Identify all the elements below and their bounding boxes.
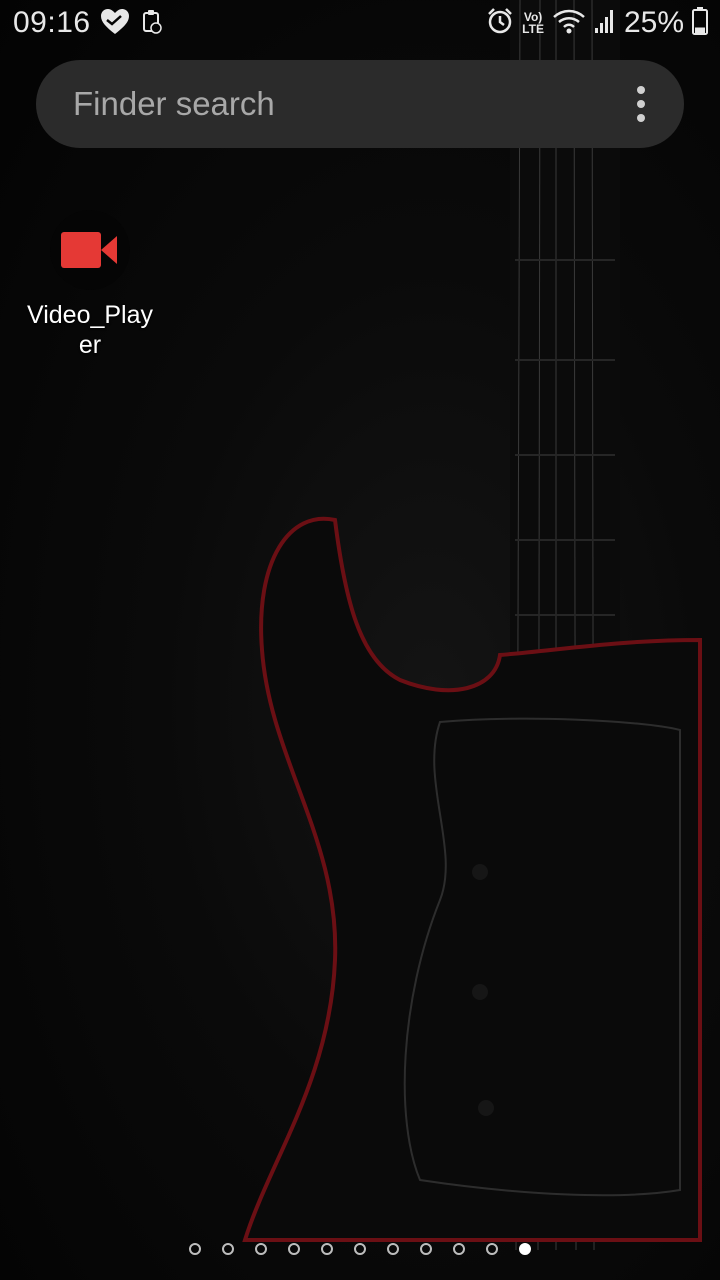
- battery-percent: 25%: [623, 6, 684, 39]
- wifi-icon: [552, 7, 586, 40]
- page-dot[interactable]: [189, 1243, 201, 1255]
- page-dot[interactable]: [453, 1243, 465, 1255]
- video-camera-icon: [61, 232, 117, 268]
- app-video-player[interactable]: Video_Player: [20, 210, 160, 360]
- status-bar: 09:16 Vo) LTE 25%: [0, 0, 720, 50]
- lte-label: LTE: [522, 22, 544, 36]
- volte-lte-icon: Vo) LTE: [522, 11, 544, 35]
- heart-icon: [100, 8, 130, 41]
- page-indicator[interactable]: [0, 1243, 720, 1259]
- search-placeholder[interactable]: Finder search: [73, 85, 275, 123]
- more-vertical-icon[interactable]: [626, 86, 656, 122]
- app-label: Video_Player: [26, 301, 154, 359]
- status-system-icons: Vo) LTE 25%: [486, 6, 708, 40]
- signal-icon: [594, 8, 616, 39]
- page-dot[interactable]: [288, 1243, 300, 1255]
- clipboard-icon: [142, 9, 162, 40]
- page-dot[interactable]: [420, 1243, 432, 1255]
- page-dot[interactable]: [387, 1243, 399, 1255]
- page-dot[interactable]: [321, 1243, 333, 1255]
- page-dot[interactable]: [519, 1243, 531, 1255]
- page-dot[interactable]: [486, 1243, 498, 1255]
- battery-icon: [692, 6, 708, 40]
- status-notification-icons: [100, 8, 162, 41]
- wallpaper: [0, 0, 720, 1280]
- page-dot[interactable]: [354, 1243, 366, 1255]
- alarm-icon: [486, 7, 514, 40]
- guitar-wallpaper-image: [242, 0, 702, 1251]
- status-time: 09:16: [13, 6, 91, 39]
- page-dot[interactable]: [255, 1243, 267, 1255]
- page-dot[interactable]: [222, 1243, 234, 1255]
- finder-search-bar[interactable]: Finder search: [36, 60, 684, 148]
- app-icon[interactable]: [50, 210, 130, 290]
